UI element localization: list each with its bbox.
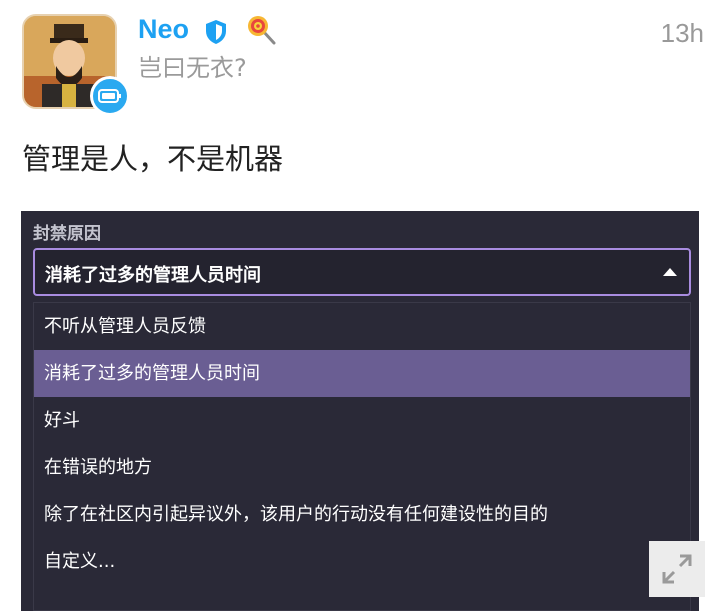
post-text: 管理是人，不是机器 [22, 142, 284, 176]
option-not-listening[interactable]: 不听从管理人员反馈 [34, 303, 690, 350]
ban-reason-label: 封禁原因 [33, 224, 101, 244]
shield-icon [204, 19, 228, 49]
ban-reason-select[interactable]: 消耗了过多的管理人员时间 [33, 248, 691, 296]
option-moderator-time[interactable]: 消耗了过多的管理人员时间 [34, 350, 690, 397]
ban-reason-dropdown: 不听从管理人员反馈 消耗了过多的管理人员时间 好斗 在错误的地方 除了在社区内引… [33, 302, 691, 611]
option-no-constructive-purpose[interactable]: 除了在社区内引起异议外，该用户的行动没有任何建设性的目的 [34, 491, 690, 538]
option-wrong-place[interactable]: 在错误的地方 [34, 444, 690, 491]
username[interactable]: Neo [138, 14, 189, 45]
select-value: 消耗了过多的管理人员时间 [45, 265, 261, 286]
ban-reason-panel: 封禁原因 消耗了过多的管理人员时间 不听从管理人员反馈 消耗了过多的管理人员时间… [21, 211, 699, 611]
expand-icon[interactable] [649, 541, 705, 597]
lollipop-icon [246, 14, 278, 50]
caret-up-icon [663, 268, 677, 276]
post-time[interactable]: 13h [661, 18, 704, 49]
user-status: 岂曰无衣? [138, 54, 247, 82]
battery-icon [90, 76, 130, 116]
option-combative[interactable]: 好斗 [34, 397, 690, 444]
option-custom[interactable]: 自定义... [34, 538, 690, 585]
post-header: Neo 岂曰无衣? 13h [22, 14, 704, 116]
